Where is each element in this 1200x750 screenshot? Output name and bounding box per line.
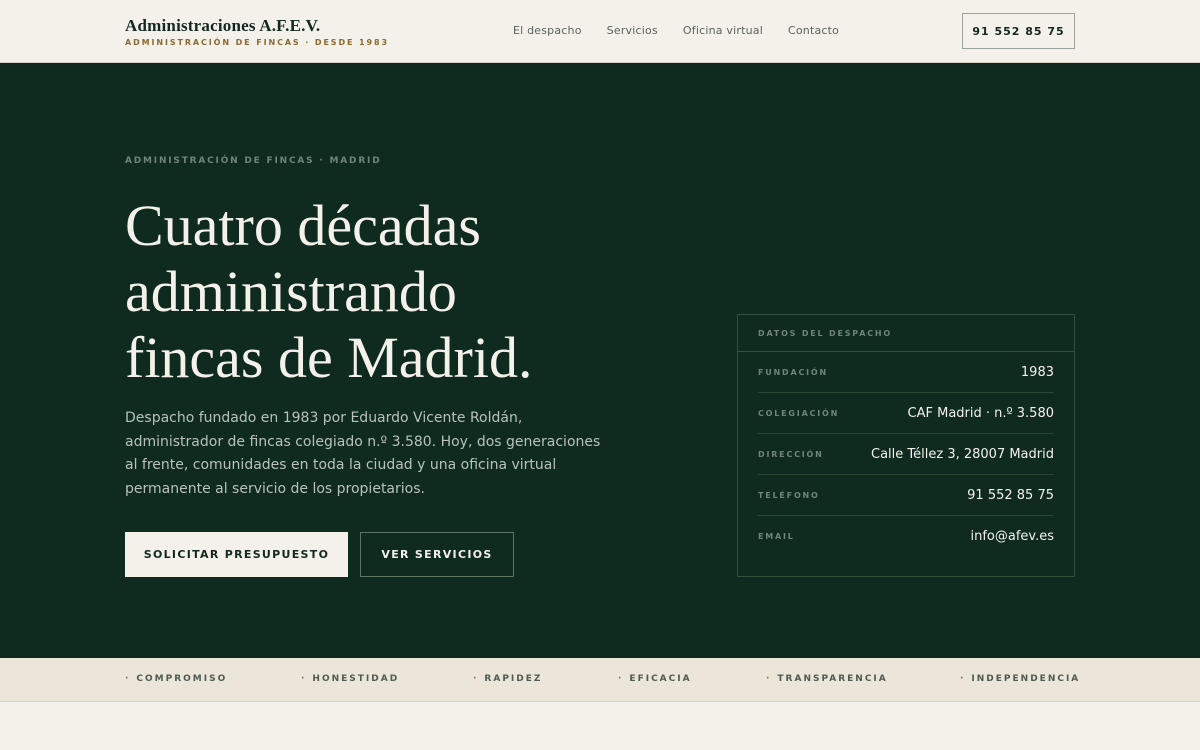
brand-name[interactable]: Administraciones A.F.E.V.	[125, 16, 320, 36]
bullet-icon: ·	[125, 674, 131, 684]
info-label: DIRECCIÓN	[758, 449, 824, 459]
info-value: Calle Téllez 3, 28007 Madrid	[871, 446, 1054, 462]
value-item: · EFICACIA	[618, 674, 692, 684]
value-item: · INDEPENDENCIA	[960, 674, 1080, 684]
next-section-area	[0, 702, 1200, 750]
info-value: 1983	[1020, 364, 1054, 380]
value-item: · HONESTIDAD	[301, 674, 399, 684]
info-label: FUNDACIÓN	[758, 367, 829, 377]
brand-tagline: ADMINISTRACIÓN DE FINCAS · DESDE 1983	[125, 38, 389, 47]
bullet-icon: ·	[618, 674, 624, 684]
bullet-icon: ·	[301, 674, 307, 684]
info-label: TELÉFONO	[758, 490, 820, 500]
value-label: TRANSPARENCIA	[777, 674, 888, 684]
info-value: CAF Madrid · n.º 3.580	[907, 405, 1054, 421]
value-label: HONESTIDAD	[312, 674, 400, 684]
main-nav: El despacho Servicios Oficina virtual Co…	[513, 24, 864, 37]
info-row-address: DIRECCIÓN Calle Téllez 3, 28007 Madrid	[758, 434, 1054, 475]
headline-line-2: administrando	[125, 259, 457, 324]
value-label: RAPIDEZ	[484, 674, 543, 684]
office-info-card: DATOS DEL DESPACHO FUNDACIÓN 1983 COLEGI…	[737, 314, 1075, 577]
info-row-registration: COLEGIACIÓN CAF Madrid · n.º 3.580	[758, 393, 1054, 434]
hero-eyebrow: ADMINISTRACIÓN DE FINCAS · MADRID	[125, 156, 382, 166]
value-item: · COMPROMISO	[125, 674, 227, 684]
value-label: INDEPENDENCIA	[971, 674, 1081, 684]
nav-link-servicios[interactable]: Servicios	[607, 24, 658, 37]
phone-button[interactable]: 91 552 85 75	[962, 13, 1075, 49]
view-services-button[interactable]: VER SERVICIOS	[360, 532, 514, 577]
site-header: Administraciones A.F.E.V. ADMINISTRACIÓN…	[0, 0, 1200, 63]
info-value[interactable]: 91 552 85 75	[967, 488, 1054, 503]
hero-description: Despacho fundado en 1983 por Eduardo Vic…	[125, 410, 601, 497]
headline-line-1: Cuatro décadas	[125, 193, 481, 258]
bullet-icon: ·	[766, 674, 772, 684]
card-title: DATOS DEL DESPACHO	[738, 315, 1074, 352]
value-label: COMPROMISO	[136, 674, 228, 684]
hero-headline: Cuatro décadas administrando fincas de M…	[125, 193, 685, 391]
nav-link-el-despacho[interactable]: El despacho	[513, 24, 582, 37]
bullet-icon: ·	[960, 674, 966, 684]
value-item: · TRANSPARENCIA	[766, 674, 888, 684]
info-label: COLEGIACIÓN	[758, 408, 840, 418]
nav-link-contacto[interactable]: Contacto	[788, 24, 839, 37]
info-row-email: EMAIL info@afev.es	[758, 516, 1054, 557]
info-row-phone: TELÉFONO 91 552 85 75	[758, 475, 1054, 516]
values-strip: · COMPROMISO · HONESTIDAD · RAPIDEZ · EFICAC…	[0, 658, 1200, 702]
bullet-icon: ·	[473, 674, 479, 684]
info-value[interactable]: info@afev.es	[970, 529, 1054, 544]
info-row-foundation: FUNDACIÓN 1983	[758, 352, 1054, 393]
request-quote-button[interactable]: SOLICITAR PRESUPUESTO	[125, 532, 348, 577]
value-label: EFICACIA	[629, 674, 692, 684]
headline-line-3: fincas de Madrid.	[125, 325, 533, 390]
nav-link-oficina-virtual[interactable]: Oficina virtual	[683, 24, 763, 37]
info-label: EMAIL	[758, 532, 795, 541]
value-item: · RAPIDEZ	[473, 674, 542, 684]
card-rows: FUNDACIÓN 1983 COLEGIACIÓN CAF Madrid · …	[738, 352, 1074, 557]
hero-section: ADMINISTRACIÓN DE FINCAS · MADRID Cuatro…	[0, 63, 1200, 658]
